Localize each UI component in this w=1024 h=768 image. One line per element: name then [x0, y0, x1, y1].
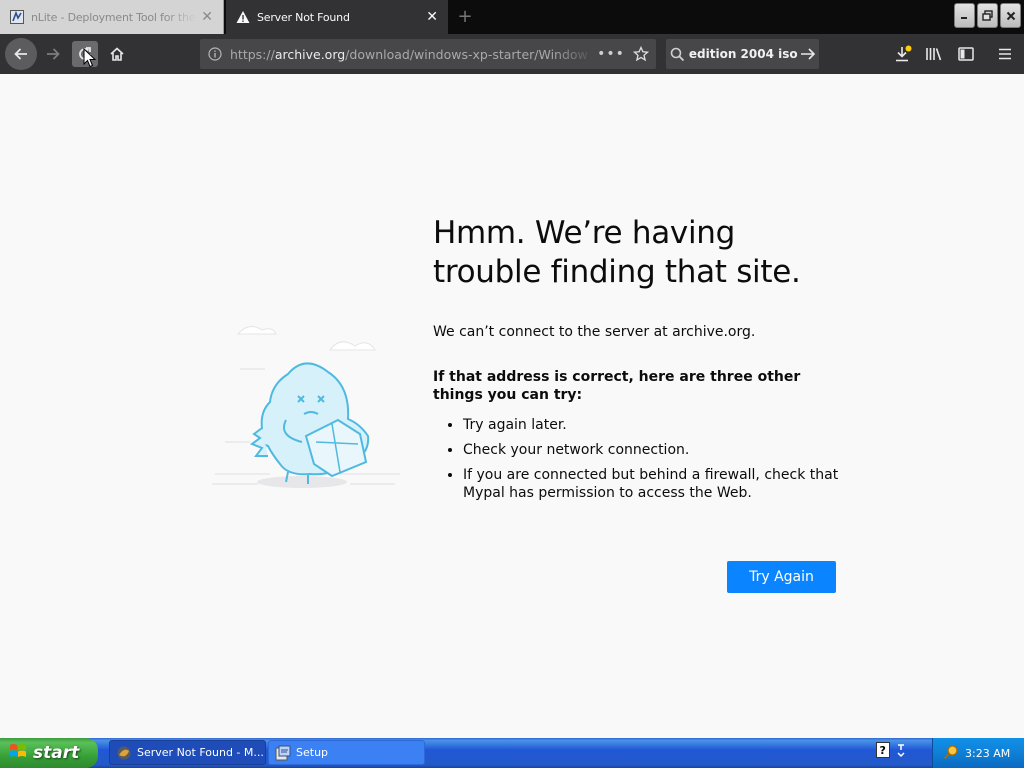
tray-arrow-icon[interactable]	[896, 742, 906, 762]
navigation-toolbar: https://archive.org/download/windows-xp-…	[0, 34, 1024, 74]
magnifier-icon[interactable]	[943, 744, 959, 763]
downloads-button[interactable]	[890, 41, 916, 67]
lost-dinosaur-illustration	[212, 326, 400, 488]
mypal-browser-icon	[116, 745, 132, 761]
library-button[interactable]	[921, 41, 947, 67]
start-label: start	[33, 743, 80, 763]
setup-icon	[275, 745, 291, 761]
suggestions-heading: If that address is correct, here are thr…	[433, 369, 801, 403]
search-go-arrow-icon[interactable]	[798, 47, 819, 61]
sidebar-icon	[958, 47, 974, 61]
close-icon[interactable]: ✕	[422, 7, 442, 27]
warning-icon	[235, 9, 251, 25]
new-tab-button[interactable]: +	[454, 7, 476, 27]
address-bar[interactable]: https://archive.org/download/windows-xp-…	[200, 39, 656, 69]
clock: 3:23 AM	[965, 746, 1011, 760]
tab-title: Server Not Found	[257, 10, 350, 24]
tab-title: nLite - Deployment Tool for the b	[31, 10, 197, 24]
back-button[interactable]	[5, 38, 37, 70]
tab-server-not-found[interactable]: Server Not Found ✕	[226, 0, 448, 34]
error-title: Hmm. We’re having trouble finding that s…	[433, 215, 801, 290]
sidebar-button[interactable]	[953, 41, 979, 67]
taskbar-item-label: Setup	[296, 746, 329, 759]
hamburger-menu-icon	[999, 48, 1011, 60]
suggestion-item: Try again later.	[463, 416, 843, 434]
url-text[interactable]: https://archive.org/download/windows-xp-…	[230, 47, 596, 62]
svg-text:?: ?	[880, 744, 886, 757]
url-path: /download/windows-xp-starter/Window	[345, 46, 588, 62]
mouse-cursor-icon	[83, 48, 97, 68]
suggestion-item: Check your network connection.	[463, 441, 843, 459]
minimize-button[interactable]	[954, 3, 975, 28]
nlite-icon	[9, 9, 25, 25]
forward-arrow-icon	[47, 48, 60, 60]
taskbar-item-setup[interactable]: Setup	[268, 740, 425, 765]
close-window-button[interactable]	[1000, 3, 1021, 28]
help-icon[interactable]: ?	[876, 742, 890, 762]
try-again-button[interactable]: Try Again	[727, 561, 836, 593]
taskbar-item-browser[interactable]: Server Not Found - M...	[109, 740, 266, 765]
taskbar-item-label: Server Not Found - M...	[137, 746, 264, 759]
error-description: We can’t connect to the server at archiv…	[433, 324, 756, 340]
windows-flag-icon	[9, 743, 27, 764]
page-actions-icon[interactable]: •••	[596, 46, 626, 62]
window-controls	[954, 3, 1021, 29]
info-icon[interactable]	[200, 47, 230, 61]
close-icon[interactable]: ✕	[197, 7, 217, 27]
windows-taskbar: start Server Not Found - M... Setup ? 3:…	[0, 738, 1024, 768]
suggestion-item: If you are connected but behind a firewa…	[463, 466, 843, 502]
error-message-block: Hmm. We’re having trouble finding that s…	[433, 214, 843, 509]
home-button[interactable]	[104, 41, 130, 67]
search-icon	[666, 47, 689, 62]
search-input[interactable]: edition 2004 iso	[689, 47, 798, 61]
system-tray: 3:23 AM	[932, 738, 1024, 768]
start-button[interactable]: start	[0, 738, 98, 768]
back-arrow-icon	[14, 48, 27, 60]
error-page: Hmm. We’re having trouble finding that s…	[0, 74, 1024, 738]
restore-button[interactable]	[977, 3, 998, 28]
bookmark-star-icon[interactable]	[626, 46, 656, 62]
forward-button[interactable]	[40, 41, 66, 67]
tab-nlite[interactable]: nLite - Deployment Tool for the b ✕	[0, 0, 224, 34]
tray-extras: ?	[876, 742, 906, 762]
library-icon	[926, 48, 942, 61]
tab-strip: nLite - Deployment Tool for the b ✕ Serv…	[0, 0, 1024, 34]
menu-button[interactable]	[992, 41, 1018, 67]
home-icon	[110, 47, 124, 61]
url-scheme: https://	[230, 46, 275, 62]
url-domain: archive.org	[274, 46, 346, 62]
suggestions-list: Try again later. Check your network conn…	[433, 416, 843, 502]
search-bar[interactable]: edition 2004 iso	[666, 39, 819, 69]
download-icon	[896, 45, 912, 62]
